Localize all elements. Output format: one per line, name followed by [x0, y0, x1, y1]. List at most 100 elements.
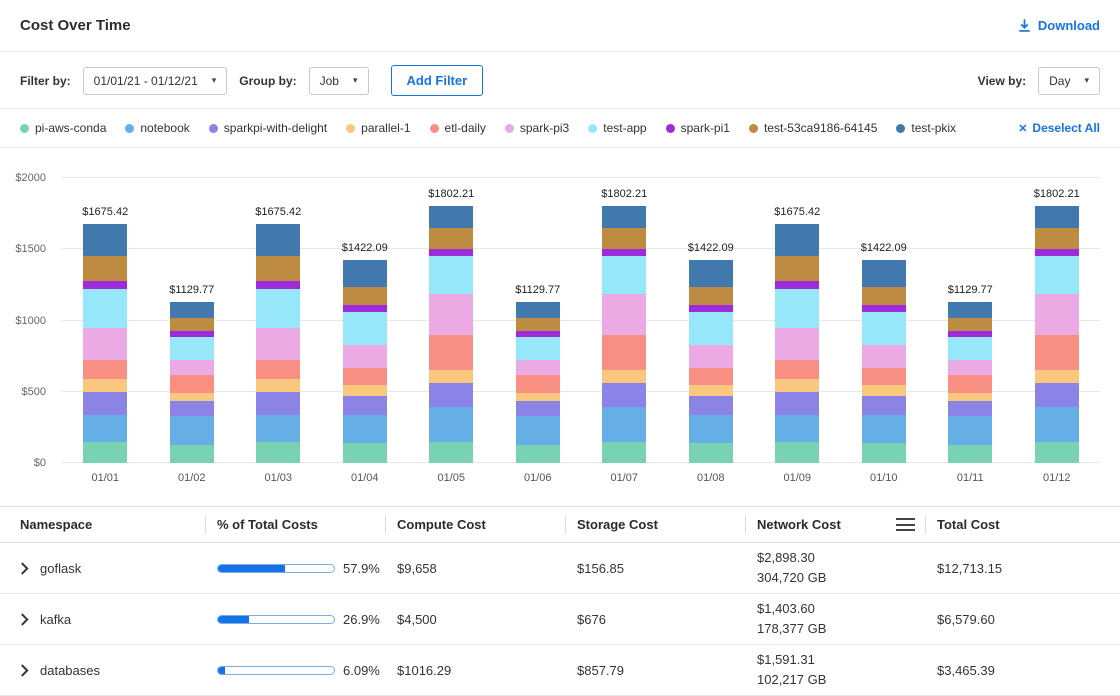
bar-segment-spark-pi1[interactable]: [83, 281, 127, 290]
bar-segment-etl-daily[interactable]: [689, 368, 733, 386]
bar-segment-test-53ca9186-64145[interactable]: [429, 228, 473, 249]
bar-segment-notebook[interactable]: [516, 416, 560, 445]
bar-segment-test-53ca9186-64145[interactable]: [83, 256, 127, 280]
date-range-select[interactable]: 01/01/21 - 01/12/21 ▾: [83, 67, 228, 95]
bar-segment-test-pkix[interactable]: [256, 224, 300, 256]
bar-segment-spark-pi1[interactable]: [343, 305, 387, 312]
bar-segment-sparkpi-with-delight[interactable]: [429, 383, 473, 407]
bar-segment-spark-pi1[interactable]: [429, 249, 473, 256]
bar-segment-pi-aws-conda[interactable]: [602, 442, 646, 463]
bar-segment-parallel-1[interactable]: [948, 393, 992, 402]
bar-segment-parallel-1[interactable]: [602, 370, 646, 383]
bar-segment-spark-pi3[interactable]: [689, 345, 733, 368]
bar-segment-notebook[interactable]: [602, 407, 646, 441]
bar-segment-spark-pi1[interactable]: [602, 249, 646, 256]
bar-segment-parallel-1[interactable]: [429, 370, 473, 383]
bar-segment-spark-pi1[interactable]: [862, 305, 906, 312]
bar-segment-sparkpi-with-delight[interactable]: [862, 396, 906, 415]
legend-item-pi-aws-conda[interactable]: pi-aws-conda: [20, 121, 106, 135]
bar-segment-test-app[interactable]: [170, 337, 214, 360]
bar-segment-notebook[interactable]: [862, 415, 906, 443]
bar-segment-notebook[interactable]: [689, 415, 733, 443]
bar-segment-test-53ca9186-64145[interactable]: [256, 256, 300, 280]
bar-segment-spark-pi1[interactable]: [775, 281, 819, 290]
bar-segment-test-pkix[interactable]: [775, 224, 819, 256]
deselect-all-button[interactable]: ✕ Deselect All: [1018, 121, 1100, 135]
bar-segment-test-app[interactable]: [862, 312, 906, 345]
chevron-right-icon[interactable]: [20, 613, 29, 626]
bar-segment-test-app[interactable]: [343, 312, 387, 345]
bar-segment-test-pkix[interactable]: [343, 260, 387, 287]
bar-segment-test-app[interactable]: [602, 256, 646, 293]
bar-segment-spark-pi3[interactable]: [83, 328, 127, 361]
chevron-right-icon[interactable]: [20, 562, 29, 575]
bar-segment-test-53ca9186-64145[interactable]: [1035, 228, 1079, 249]
bar-segment-spark-pi1[interactable]: [1035, 249, 1079, 256]
bar-segment-test-53ca9186-64145[interactable]: [170, 318, 214, 331]
bar-segment-test-53ca9186-64145[interactable]: [862, 287, 906, 304]
bar-segment-test-pkix[interactable]: [170, 302, 214, 318]
bar-segment-test-53ca9186-64145[interactable]: [775, 256, 819, 280]
download-button[interactable]: Download: [1017, 18, 1100, 33]
bar-segment-etl-daily[interactable]: [170, 375, 214, 392]
bar-segment-etl-daily[interactable]: [862, 368, 906, 386]
view-by-select[interactable]: Day ▾: [1038, 67, 1100, 95]
bar-segment-parallel-1[interactable]: [256, 379, 300, 392]
legend-item-test-app[interactable]: test-app: [588, 121, 646, 135]
add-filter-button[interactable]: Add Filter: [391, 65, 484, 96]
bar-segment-test-53ca9186-64145[interactable]: [948, 318, 992, 331]
bar-segment-spark-pi3[interactable]: [775, 328, 819, 361]
bar-segment-parallel-1[interactable]: [343, 385, 387, 396]
bar-segment-test-pkix[interactable]: [948, 302, 992, 318]
bar-segment-etl-daily[interactable]: [429, 335, 473, 371]
bar-segment-parallel-1[interactable]: [862, 385, 906, 396]
legend-item-test-pkix[interactable]: test-pkix: [896, 121, 956, 135]
bar-segment-spark-pi1[interactable]: [256, 281, 300, 290]
bar-segment-sparkpi-with-delight[interactable]: [343, 396, 387, 415]
bar-segment-spark-pi3[interactable]: [256, 328, 300, 361]
bar-segment-spark-pi3[interactable]: [862, 345, 906, 368]
bar-segment-parallel-1[interactable]: [83, 379, 127, 392]
bar-segment-pi-aws-conda[interactable]: [170, 445, 214, 464]
bar-segment-etl-daily[interactable]: [343, 368, 387, 386]
legend-item-test-53ca9186-64145[interactable]: test-53ca9186-64145: [749, 121, 877, 135]
bar-segment-test-53ca9186-64145[interactable]: [343, 287, 387, 304]
bar-segment-pi-aws-conda[interactable]: [689, 443, 733, 463]
bar-segment-notebook[interactable]: [343, 415, 387, 443]
legend-item-spark-pi3[interactable]: spark-pi3: [505, 121, 569, 135]
bar-segment-spark-pi3[interactable]: [343, 345, 387, 368]
bar-segment-sparkpi-with-delight[interactable]: [83, 392, 127, 415]
bar-segment-parallel-1[interactable]: [1035, 370, 1079, 383]
bar-segment-etl-daily[interactable]: [602, 335, 646, 371]
bar-segment-test-pkix[interactable]: [429, 206, 473, 228]
bar-segment-pi-aws-conda[interactable]: [256, 442, 300, 463]
legend-item-etl-daily[interactable]: etl-daily: [430, 121, 486, 135]
table-row-goflask[interactable]: goflask57.9%$9,658$156.85$2,898.30304,72…: [0, 543, 1120, 594]
bar-segment-sparkpi-with-delight[interactable]: [1035, 383, 1079, 407]
bar-segment-pi-aws-conda[interactable]: [343, 443, 387, 463]
bar-segment-notebook[interactable]: [83, 415, 127, 442]
bar-segment-sparkpi-with-delight[interactable]: [256, 392, 300, 415]
bar-segment-pi-aws-conda[interactable]: [862, 443, 906, 463]
bar-segment-sparkpi-with-delight[interactable]: [775, 392, 819, 415]
bar-segment-spark-pi3[interactable]: [948, 360, 992, 376]
bar-segment-test-pkix[interactable]: [1035, 206, 1079, 228]
bar-segment-test-pkix[interactable]: [602, 206, 646, 228]
bar-segment-test-app[interactable]: [83, 289, 127, 328]
bar-segment-spark-pi1[interactable]: [689, 305, 733, 312]
bar-segment-pi-aws-conda[interactable]: [516, 445, 560, 464]
table-menu-icon[interactable]: [896, 518, 915, 531]
bar-segment-etl-daily[interactable]: [83, 360, 127, 379]
legend-item-notebook[interactable]: notebook: [125, 121, 189, 135]
bar-segment-parallel-1[interactable]: [170, 393, 214, 402]
bar-segment-pi-aws-conda[interactable]: [775, 442, 819, 463]
legend-item-spark-pi1[interactable]: spark-pi1: [666, 121, 730, 135]
bar-segment-spark-pi3[interactable]: [429, 294, 473, 335]
bar-segment-test-53ca9186-64145[interactable]: [689, 287, 733, 304]
bar-segment-test-pkix[interactable]: [83, 224, 127, 256]
legend-item-parallel-1[interactable]: parallel-1: [346, 121, 410, 135]
group-by-select[interactable]: Job ▾: [309, 67, 369, 95]
bar-segment-test-app[interactable]: [1035, 256, 1079, 293]
bar-segment-parallel-1[interactable]: [775, 379, 819, 392]
bar-segment-sparkpi-with-delight[interactable]: [948, 401, 992, 416]
